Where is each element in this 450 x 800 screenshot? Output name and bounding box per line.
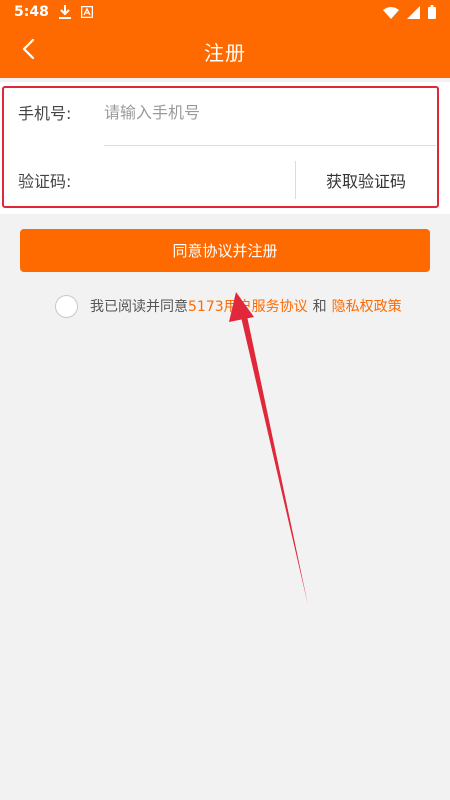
chevron-left-icon [21,38,35,64]
agreement-prefix: 我已阅读并同意 [90,299,188,315]
agreement-and: 和 [312,299,327,315]
status-left: 5:48 [14,4,93,20]
phone-input[interactable] [104,94,424,130]
get-code-button[interactable]: 获取验证码 [296,150,436,210]
privacy-policy-link[interactable]: 隐私权政策 [332,296,402,316]
battery-icon [428,5,436,19]
back-button[interactable] [8,31,48,71]
code-input[interactable] [104,162,284,198]
agree-register-button[interactable]: 同意协议并注册 [20,229,430,272]
agreement-row: 我已阅读并同意 5173用户服务协议 和 隐私权政策 [55,294,402,318]
code-label: 验证码: [18,172,72,191]
signal-icon [407,5,420,19]
app-header: 注册 [0,24,450,78]
status-right [383,5,436,19]
a-badge-icon [80,6,93,18]
phone-label: 手机号: [18,104,72,123]
phone-underline [104,145,436,146]
service-agreement-link[interactable]: 5173用户服务协议 [188,296,308,316]
phone-row: 手机号: [0,82,450,142]
page-title: 注册 [204,40,246,65]
agreement-checkbox[interactable] [55,294,78,318]
download-icon [58,5,71,19]
wifi-icon [383,6,399,19]
register-form: 手机号: 验证码: 获取验证码 [0,82,450,214]
status-bar: 5:48 [0,0,450,24]
status-time: 5:48 [14,4,49,20]
